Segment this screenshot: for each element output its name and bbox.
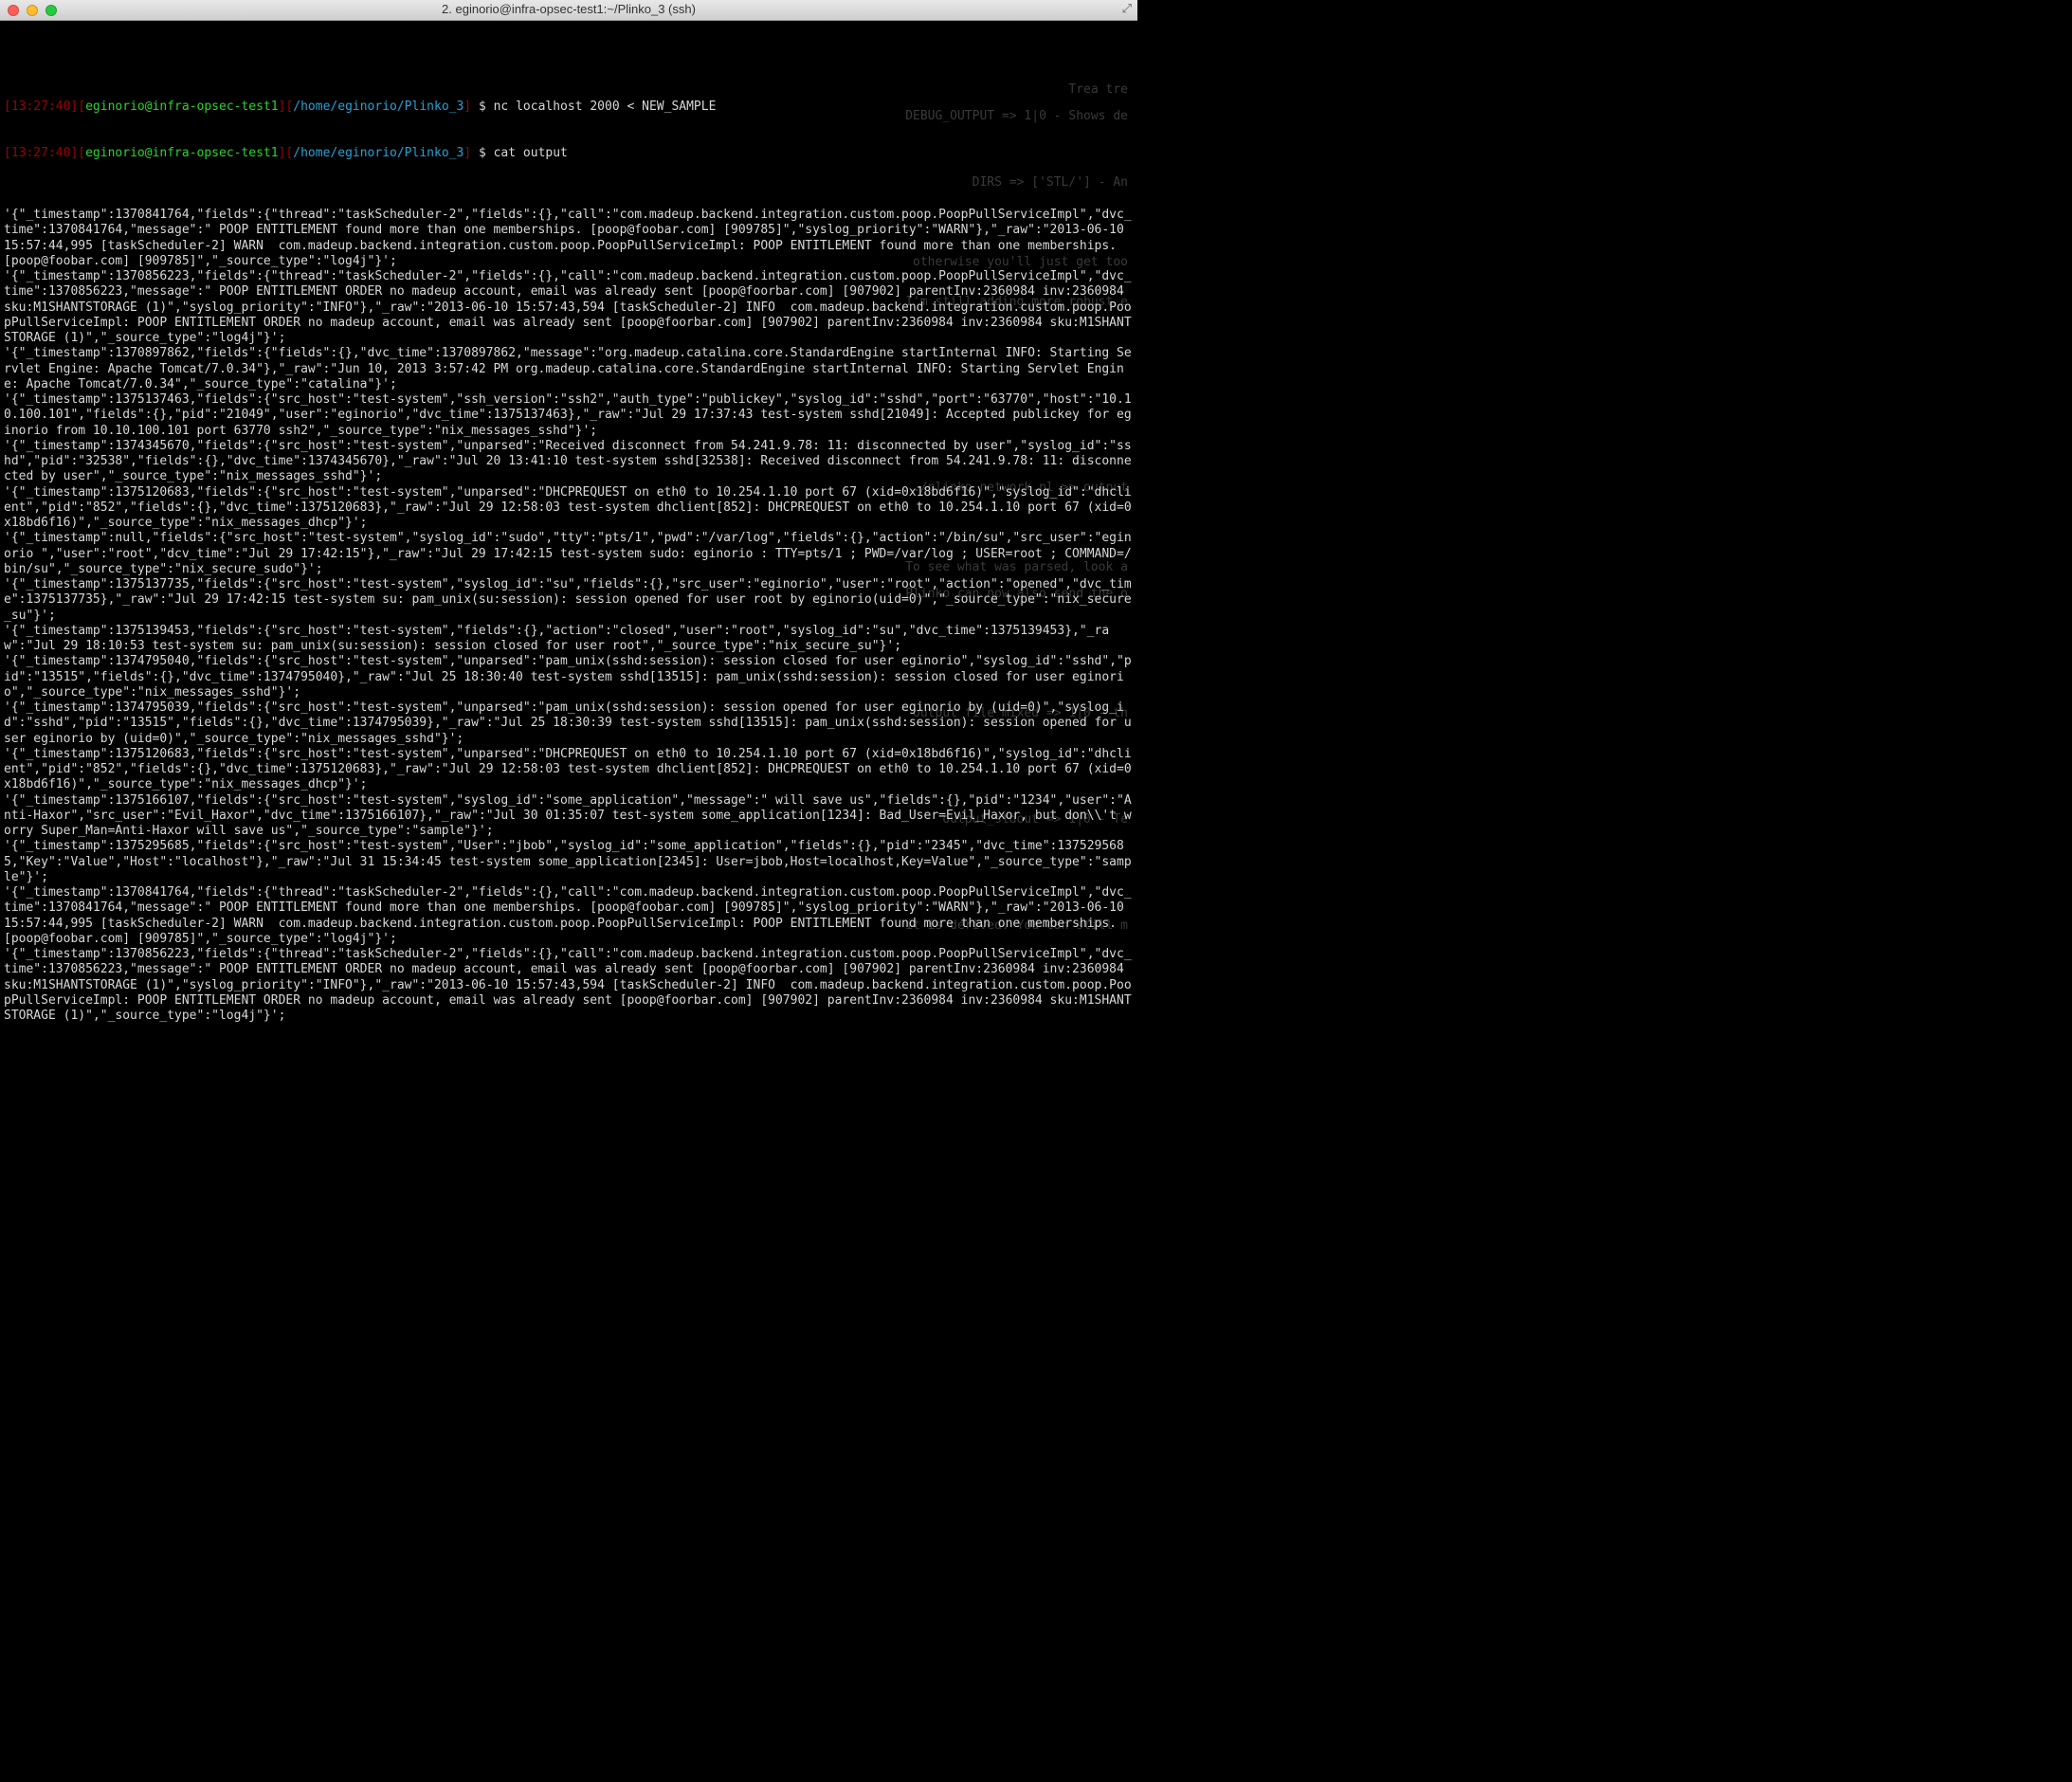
terminal-output: '{"_timestamp":1370841764,"fields":{"thr… <box>4 208 1134 1024</box>
output-line: '{"_timestamp":1375120683,"fields":{"src… <box>4 747 1134 793</box>
output-line: '{"_timestamp":1375137463,"fields":{"src… <box>4 392 1134 439</box>
terminal-pane[interactable]: Trea treDEBUG_OUTPUT => 1|0 - Shows deDI… <box>0 21 1137 1047</box>
output-line: '{"_timestamp":null,"fields":{"src_host"… <box>4 531 1134 577</box>
window-title: 2. eginorio@infra-opsec-test1:~/Plinko_3… <box>0 2 1137 17</box>
background-ghost-text: DIRS => ['STL/'] - An <box>972 175 1128 191</box>
expand-icon[interactable]: ⤢ <box>1122 2 1132 17</box>
output-line: '{"_timestamp":1374795040,"fields":{"src… <box>4 654 1134 700</box>
minimize-icon[interactable] <box>27 5 38 16</box>
output-line: '{"_timestamp":1375166107,"fields":{"src… <box>4 793 1134 840</box>
prompt-line-1: [13:27:40][eginorio@infra-opsec-test1][/… <box>4 100 1134 115</box>
output-line: '{"_timestamp":1375139453,"fields":{"src… <box>4 624 1134 655</box>
prompt-line-2: [13:27:40][eginorio@infra-opsec-test1][/… <box>4 146 1134 161</box>
output-line: '{"_timestamp":1370841764,"fields":{"thr… <box>4 885 1134 947</box>
close-icon[interactable] <box>8 5 19 16</box>
zoom-icon[interactable] <box>45 5 57 16</box>
output-line: '{"_timestamp":1370897862,"fields":{"fie… <box>4 346 1134 392</box>
traffic-lights <box>8 5 57 16</box>
output-line: '{"_timestamp":1375120683,"fields":{"src… <box>4 485 1134 532</box>
output-line: '{"_timestamp":1374345670,"fields":{"src… <box>4 439 1134 485</box>
output-line: '{"_timestamp":1370856223,"fields":{"thr… <box>4 269 1134 346</box>
output-line: '{"_timestamp":1375137735,"fields":{"src… <box>4 577 1134 624</box>
output-line: '{"_timestamp":1370841764,"fields":{"thr… <box>4 208 1134 269</box>
output-line: '{"_timestamp":1370856223,"fields":{"thr… <box>4 947 1134 1024</box>
output-line: '{"_timestamp":1375295685,"fields":{"src… <box>4 839 1134 885</box>
background-ghost-text: Trea tre <box>1068 82 1128 98</box>
command-1: nc localhost 2000 < NEW_SAMPLE <box>494 100 717 114</box>
output-line: '{"_timestamp":1374795039,"fields":{"src… <box>4 700 1134 747</box>
command-2: cat output <box>494 146 568 160</box>
window-titlebar: 2. eginorio@infra-opsec-test1:~/Plinko_3… <box>0 0 1137 21</box>
